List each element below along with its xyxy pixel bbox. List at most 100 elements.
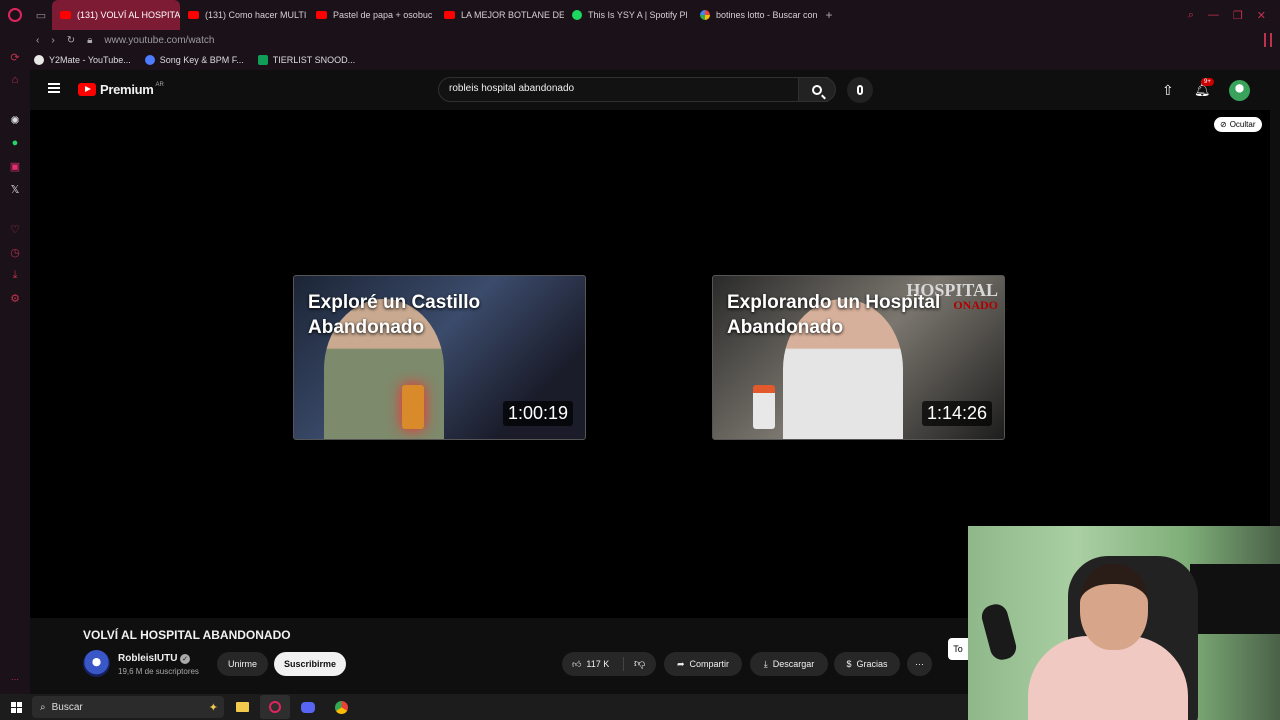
- chrome-icon: [334, 700, 348, 714]
- search-icon: [812, 84, 822, 95]
- youtube-premium-logo[interactable]: Premium AR: [78, 82, 164, 97]
- screen: ▭ (131) VOLVÍ AL HOSPITAL (131) Como hac…: [0, 0, 1280, 720]
- discord-icon: [301, 701, 315, 713]
- youtube-icon: [444, 11, 455, 19]
- more-actions-button[interactable]: ⋯: [907, 652, 932, 676]
- bookmark-label: Y2Mate - YouTube...: [49, 55, 131, 65]
- youtube-icon: [60, 11, 71, 19]
- lock-icon[interactable]: 🔒︎: [87, 35, 92, 46]
- close-window-icon[interactable]: ✕: [1257, 9, 1266, 22]
- opera-sidebar: ⟳ ⌂ ✺ ● ▣ 𝕏 ♡ ◷ ⤓ ⚙ ⋯: [0, 30, 30, 694]
- thanks-button[interactable]: $ Gracias: [834, 652, 900, 676]
- end-card-hospital[interactable]: HOSPITAL ONADO Explorando un Hospital Ab…: [712, 275, 1005, 440]
- bookmark-song-key[interactable]: Song Key & BPM F...: [144, 55, 244, 65]
- channel-avatar[interactable]: [83, 650, 110, 677]
- bookmark-tierlist[interactable]: TIERLIST SNOOD...: [257, 55, 356, 65]
- share-icon: ➦: [676, 658, 685, 669]
- hide-end-cards-button[interactable]: ⊘ Ocultar: [1214, 117, 1262, 132]
- youtube-icon: [316, 11, 327, 19]
- tab-youtube-hospital[interactable]: (131) VOLVÍ AL HOSPITAL: [52, 0, 180, 30]
- speed-dial-icon[interactable]: ⟳: [8, 50, 22, 64]
- file-explorer-button[interactable]: [227, 695, 257, 719]
- tab-google[interactable]: botines lotto - Buscar con: [692, 0, 820, 30]
- tab-youtube-pastel[interactable]: Pastel de papa + osobuc: [308, 0, 436, 30]
- search-input[interactable]: [449, 83, 769, 94]
- sidebar-more-icon[interactable]: ⋯: [11, 675, 19, 684]
- youtube-header: Premium AR ✕ ⇧ 🔔︎ 9+: [30, 70, 1270, 110]
- tab-spotify[interactable]: This Is YSY A | Spotify Pl: [564, 0, 692, 30]
- like-divider: [623, 657, 624, 671]
- history-icon[interactable]: ◷: [8, 245, 22, 259]
- logo-text: Premium: [100, 82, 154, 97]
- opera-taskbar-button[interactable]: [260, 695, 290, 719]
- search-box: ✕: [438, 77, 828, 102]
- instagram-icon[interactable]: ▣: [8, 159, 22, 173]
- tab-snap-icon[interactable]: ▭: [30, 0, 52, 30]
- bookmark-label: TIERLIST SNOOD...: [272, 55, 356, 65]
- webcam-person-head: [1080, 564, 1148, 650]
- back-icon[interactable]: ‹: [36, 35, 39, 46]
- downloads-icon[interactable]: ⤓: [8, 268, 22, 282]
- download-button[interactable]: ⤓ Descargar: [750, 652, 828, 676]
- download-label: Descargar: [772, 659, 815, 669]
- bookmarks-heart-icon[interactable]: ♡: [8, 222, 22, 236]
- y2mate-icon: [34, 55, 44, 65]
- tab-youtube-multi[interactable]: (131) Como hacer MULTI: [180, 0, 308, 30]
- whatsapp-icon[interactable]: ●: [8, 136, 22, 150]
- search-tabs-icon[interactable]: ⌕: [1188, 9, 1194, 22]
- streamer-webcam: [968, 526, 1280, 720]
- tab-label: botines lotto - Buscar con: [716, 10, 818, 20]
- reload-icon[interactable]: ↻: [67, 35, 75, 46]
- pause-icon[interactable]: [1264, 33, 1272, 47]
- end-card-duration: 1:14:26: [921, 401, 992, 426]
- upload-icon[interactable]: ⇧: [1162, 82, 1174, 99]
- side-chip[interactable]: To: [948, 638, 968, 660]
- tab-youtube-botlane[interactable]: LA MEJOR BOTLANE DE: [436, 0, 564, 30]
- search-icon: ⌕: [40, 701, 46, 713]
- settings-icon[interactable]: ⚙: [8, 291, 22, 305]
- discord-taskbar-button[interactable]: [293, 695, 323, 719]
- chrome-taskbar-button[interactable]: [326, 695, 356, 719]
- browser-tab-strip: ▭ (131) VOLVÍ AL HOSPITAL (131) Como hac…: [0, 0, 1280, 30]
- thumbs-down-icon[interactable]: 👎︎: [634, 657, 645, 670]
- url-field[interactable]: www.youtube.com/watch: [104, 35, 214, 46]
- maximize-icon[interactable]: ❐: [1233, 9, 1243, 22]
- opera-menu-icon[interactable]: [0, 0, 30, 30]
- subscribe-button[interactable]: Suscribirme: [274, 652, 346, 676]
- new-tab-button[interactable]: +: [820, 0, 838, 30]
- share-button[interactable]: ➦ Compartir: [664, 652, 742, 676]
- forward-icon[interactable]: ›: [51, 35, 54, 46]
- tab-label: (131) VOLVÍ AL HOSPITAL: [77, 10, 180, 20]
- end-card-castillo[interactable]: Exploré un Castillo Abandonado 1:00:19: [293, 275, 586, 440]
- channel-name[interactable]: RobleisIUTU: [118, 653, 177, 664]
- search-button[interactable]: [798, 77, 836, 102]
- verified-icon: ✓: [180, 654, 190, 664]
- voice-search-button[interactable]: [847, 77, 873, 103]
- microphone-icon: [857, 85, 863, 95]
- sheets-icon: [257, 55, 268, 65]
- address-bar: ‹ › ↻ 🔒︎ www.youtube.com/watch: [30, 30, 1280, 50]
- thumbnail-radio: [402, 385, 424, 429]
- x-twitter-icon[interactable]: 𝕏: [8, 182, 22, 196]
- chatgpt-icon[interactable]: ✺: [8, 113, 22, 127]
- taskbar-search[interactable]: ⌕ Buscar ✦: [32, 696, 224, 718]
- windows-start-icon[interactable]: [0, 701, 32, 713]
- bookmark-y2mate[interactable]: Y2Mate - YouTube...: [34, 55, 131, 65]
- hide-label: Ocultar: [1229, 120, 1256, 129]
- country-code: AR: [155, 81, 164, 88]
- notifications-badge: 9+: [1201, 78, 1214, 86]
- search-highlight-icon: ✦: [208, 701, 218, 714]
- menu-icon[interactable]: [48, 83, 60, 93]
- subscriber-count: 19,6 M de suscriptores: [118, 667, 199, 676]
- folder-icon: [235, 702, 249, 712]
- join-button[interactable]: Unirme: [217, 652, 268, 676]
- video-title: VOLVÍ AL HOSPITAL ABANDONADO: [83, 628, 291, 642]
- like-count: 117 K: [586, 659, 610, 669]
- window-controls: ⌕ — ❐ ✕: [1188, 9, 1280, 22]
- minimize-icon[interactable]: —: [1208, 9, 1219, 22]
- aria-icon[interactable]: ⌂: [8, 73, 22, 87]
- super-thanks-icon: $: [846, 659, 852, 669]
- account-avatar[interactable]: [1229, 80, 1250, 101]
- webcam-monitor: [1190, 564, 1280, 634]
- more-horizontal-icon: ⋯: [915, 658, 924, 669]
